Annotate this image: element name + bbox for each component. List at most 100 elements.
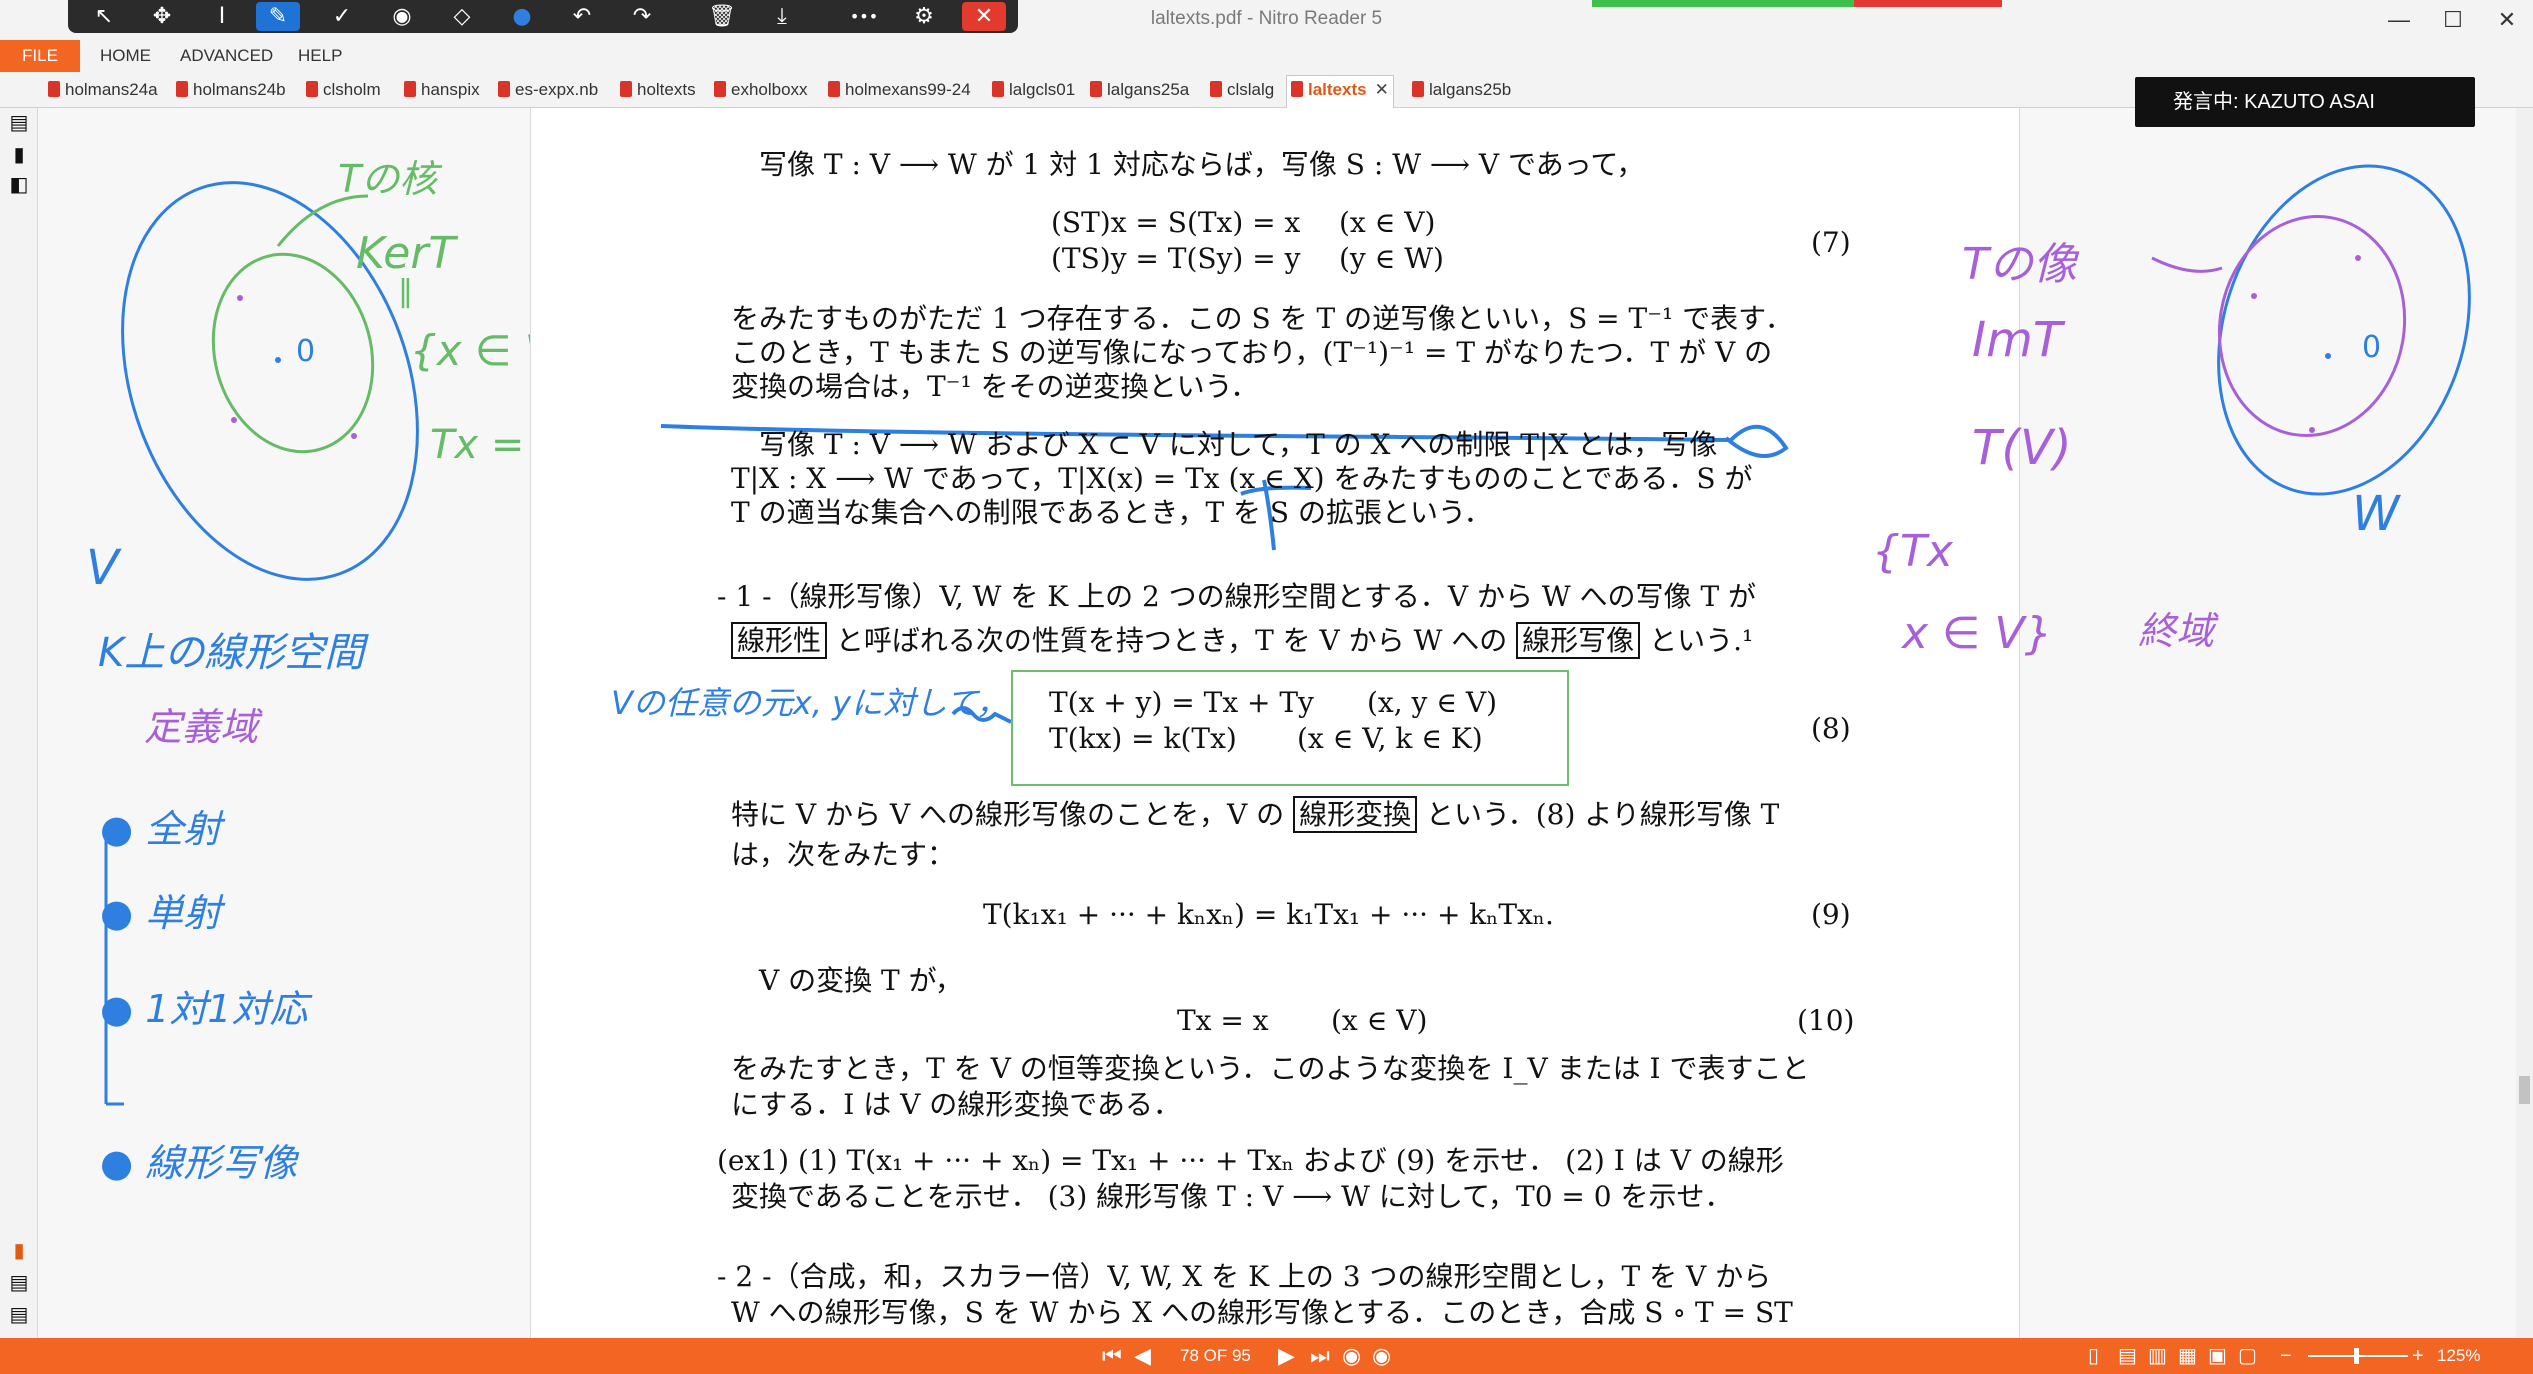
pdf-icon bbox=[1291, 81, 1303, 97]
minimize-button[interactable]: — bbox=[2370, 0, 2428, 40]
annot-ker-t: KerT bbox=[356, 228, 456, 279]
continuous-view-icon[interactable]: ▤ bbox=[2118, 1342, 2137, 1370]
annot-surjective: ● 全射 bbox=[100, 807, 222, 851]
tab-es-expx[interactable]: es-expx.nb bbox=[498, 76, 598, 104]
bookmarks-panel-icon[interactable]: ▮ bbox=[8, 144, 30, 166]
pdf-icon bbox=[404, 81, 416, 97]
annot-x-in-v: x ∈ V} bbox=[1902, 608, 2053, 659]
annot-v-label: V bbox=[86, 540, 119, 596]
tab-lalgans25b[interactable]: lalgans25b bbox=[1412, 76, 1511, 104]
annot-zero-right: 0 bbox=[2362, 330, 2382, 365]
layers-panel-icon[interactable]: ▤ bbox=[8, 1272, 30, 1294]
first-page-icon[interactable]: ⏮ bbox=[1102, 1342, 1122, 1370]
download-icon[interactable]: ⤓ bbox=[760, 2, 804, 31]
close-tab-icon[interactable]: ✕ bbox=[1375, 80, 1389, 99]
annot-domain: 定義域 bbox=[144, 705, 259, 749]
annot-im-t: ImT bbox=[1972, 312, 2063, 368]
tab-lalgans25a[interactable]: lalgans25a bbox=[1090, 76, 1189, 104]
vertical-scrollbar[interactable] bbox=[2516, 108, 2533, 1338]
fullscreen-view-icon[interactable]: ▢ bbox=[2238, 1342, 2257, 1370]
tab-clslalg[interactable]: clslalg bbox=[1210, 76, 1274, 104]
pen-icon[interactable]: ✎ bbox=[256, 2, 300, 31]
left-annotations: Tの核 KerT ‖ {x ∈ V| Tx = 0} 0 V K上の線形空間 定… bbox=[38, 108, 588, 1338]
redo-icon[interactable]: ↷ bbox=[620, 2, 664, 31]
zoom-slider[interactable] bbox=[2308, 1348, 2408, 1364]
tab-exholboxx[interactable]: exholboxx bbox=[714, 76, 808, 104]
pdf-icon bbox=[992, 81, 1004, 97]
fit-view-icon[interactable]: ▣ bbox=[2208, 1342, 2227, 1370]
tab-holmans24a[interactable]: holmans24a bbox=[48, 76, 158, 104]
file-menu[interactable]: FILE bbox=[0, 40, 80, 72]
maximize-button[interactable]: ☐ bbox=[2424, 0, 2482, 40]
history-back-icon[interactable]: ◉ bbox=[1342, 1342, 1361, 1370]
annot-t-of-v: T(V) bbox=[1972, 420, 2072, 476]
trash-icon[interactable]: 🗑 bbox=[700, 2, 744, 31]
bracket-line bbox=[104, 822, 124, 1106]
eq8-number: (8) bbox=[1811, 712, 1851, 745]
tab-hanspix[interactable]: hanspix bbox=[404, 76, 480, 104]
tab-clsholm[interactable]: clsholm bbox=[306, 76, 381, 104]
pdf-page[interactable]: Vの任意の元x, yに対して， 写像 T : V ⟶ W が 1 対 1 対応な… bbox=[530, 108, 2020, 1338]
tab-holtexts[interactable]: holtexts bbox=[620, 76, 696, 104]
output-panel-icon[interactable]: ▤ bbox=[8, 1304, 30, 1326]
attachments-panel-icon[interactable]: ▮ bbox=[8, 1240, 30, 1262]
para-inverse-l2: このとき，T もまた S の逆写像になっており，(T⁻¹)⁻¹ = T がなりた… bbox=[731, 336, 1773, 369]
scrollbar-thumb[interactable] bbox=[2519, 1076, 2530, 1104]
exercise1-l2: 変換であることを示せ． (3) 線形写像 T : V ⟶ W に対して，T0 =… bbox=[731, 1180, 1733, 1213]
presence-indicator-red bbox=[1854, 0, 2002, 7]
zoom-level[interactable]: 125% bbox=[2437, 1346, 2480, 1366]
point-dot bbox=[2251, 293, 2257, 299]
annot-linear-map: ● 線形写像 bbox=[100, 1141, 298, 1185]
eraser-icon[interactable]: ◇ bbox=[440, 2, 484, 31]
pdf-icon bbox=[1090, 81, 1102, 97]
presence-indicator-green bbox=[1592, 0, 1854, 7]
settings-icon[interactable]: ⚙ bbox=[902, 2, 946, 31]
para-identity-intro: V の変換 T が， bbox=[759, 964, 963, 997]
term-linearity: 線形性 bbox=[731, 622, 828, 659]
zoom-slider-knob[interactable] bbox=[2354, 1348, 2359, 1364]
point-dot bbox=[2325, 353, 2331, 359]
para-identity-l1: をみたすとき，T を V の恒等変換という．このような変換を I_V または I… bbox=[731, 1052, 1810, 1085]
check-icon[interactable]: ✓ bbox=[320, 2, 364, 31]
pdf-icon bbox=[176, 81, 188, 97]
zoom-out-icon[interactable]: − bbox=[2280, 1342, 2292, 1370]
text-cursor-icon[interactable]: I bbox=[200, 2, 244, 31]
eq10-cond: (x ∈ V) bbox=[1331, 1004, 1428, 1037]
pan-icon[interactable]: ✥ bbox=[140, 2, 184, 31]
codomain-ellipse-w bbox=[2217, 164, 2471, 496]
comments-panel-icon[interactable]: ◧ bbox=[8, 174, 30, 196]
point-dot bbox=[237, 295, 243, 301]
tab-lalgcls01[interactable]: lalgcls01 bbox=[992, 76, 1075, 104]
pages-panel-icon[interactable]: ▤ bbox=[8, 112, 30, 134]
prev-page-icon[interactable]: ◀ bbox=[1134, 1342, 1151, 1370]
next-page-icon[interactable]: ▶ bbox=[1278, 1342, 1295, 1370]
zoom-in-icon[interactable]: + bbox=[2412, 1342, 2424, 1370]
pdf-icon bbox=[1210, 81, 1222, 97]
color-picker-icon[interactable]: ● bbox=[500, 2, 544, 31]
menu-help[interactable]: HELP bbox=[298, 46, 342, 66]
close-toolbar-icon[interactable]: ✕ bbox=[962, 2, 1006, 31]
tab-laltexts[interactable]: laltexts ✕ bbox=[1286, 75, 1394, 108]
select-arrow-icon[interactable]: ↖ bbox=[82, 2, 126, 31]
more-icon[interactable]: ••• bbox=[842, 2, 886, 31]
exercise1-l1: (ex1) (1) T(x₁ + ··· + xₙ) = Tx₁ + ··· +… bbox=[717, 1144, 1784, 1177]
undo-icon[interactable]: ↶ bbox=[560, 2, 604, 31]
page-indicator[interactable]: 78 OF 95 bbox=[1180, 1346, 1251, 1366]
single-page-view-icon[interactable]: ▯ bbox=[2088, 1342, 2099, 1370]
pdf-icon bbox=[828, 81, 840, 97]
stamp-icon[interactable]: ◉ bbox=[380, 2, 424, 31]
tab-holmans24b[interactable]: holmans24b bbox=[176, 76, 286, 104]
def1-line2: 線形性 と呼ばれる次の性質を持つとき，T を V から W への 線形写像 とい… bbox=[731, 622, 1753, 659]
last-page-icon[interactable]: ⏭ bbox=[1310, 1342, 1330, 1370]
facing-continuous-view-icon[interactable]: ▦ bbox=[2178, 1342, 2197, 1370]
eq7-number: (7) bbox=[1811, 226, 1851, 259]
menu-advanced[interactable]: ADVANCED bbox=[180, 46, 273, 66]
document-canvas[interactable]: Tの核 KerT ‖ {x ∈ V| Tx = 0} 0 V K上の線形空間 定… bbox=[38, 108, 2516, 1338]
para-linear-transform-l2: は，次をみたす： bbox=[731, 838, 956, 871]
menu-home[interactable]: HOME bbox=[100, 46, 151, 66]
tab-holmexans99-24[interactable]: holmexans99-24 bbox=[828, 76, 971, 104]
close-window-button[interactable]: ✕ bbox=[2478, 0, 2533, 40]
facing-view-icon[interactable]: ▥ bbox=[2148, 1342, 2167, 1370]
history-forward-icon[interactable]: ◉ bbox=[1372, 1342, 1391, 1370]
eq9-number: (9) bbox=[1811, 898, 1851, 931]
